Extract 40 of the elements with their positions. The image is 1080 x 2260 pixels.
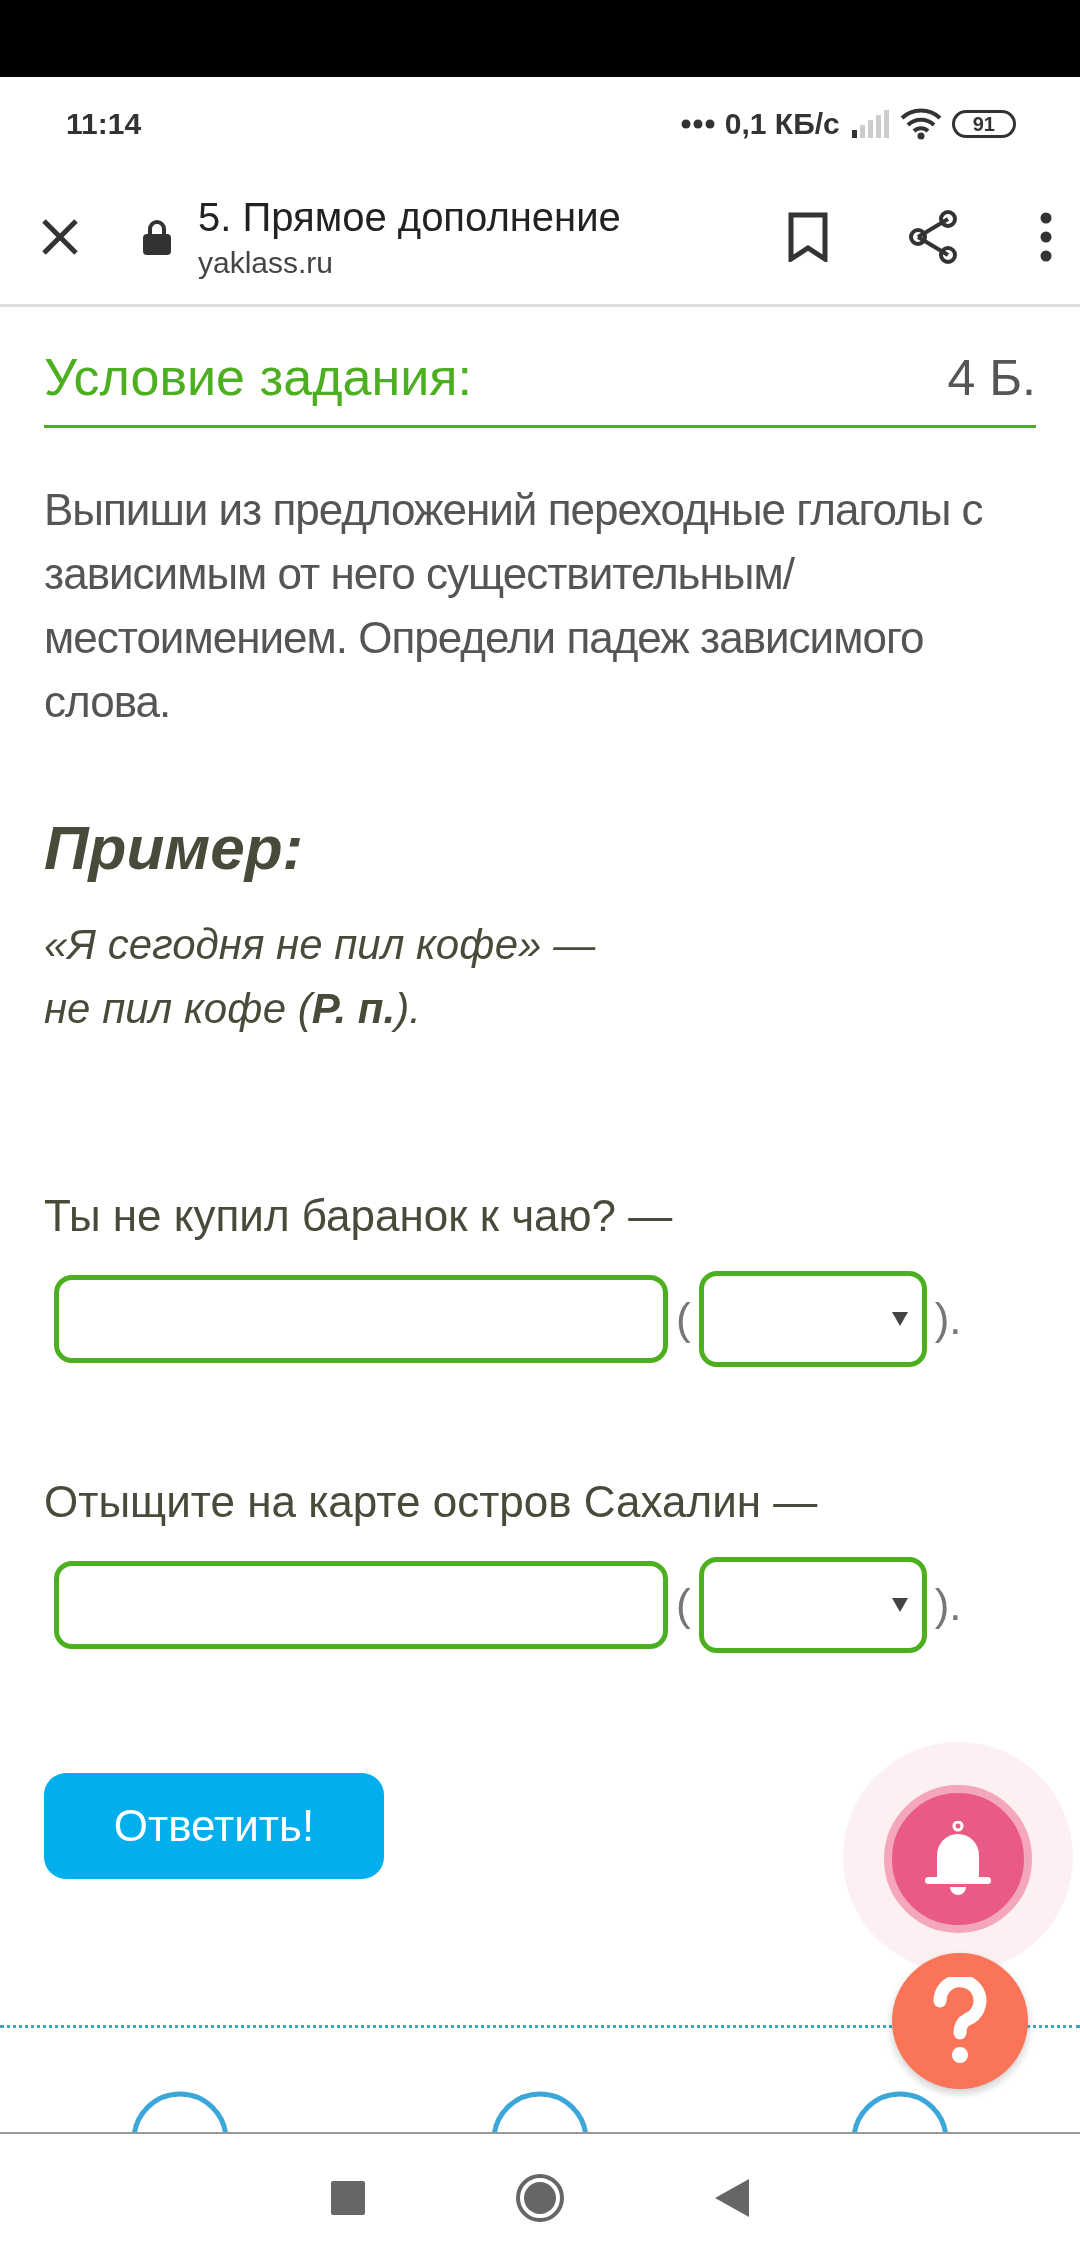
close-icon[interactable] xyxy=(40,217,80,257)
question-text: Отыщите на карте остров Сахалин — xyxy=(44,1477,819,1527)
home-icon[interactable] xyxy=(515,2173,565,2223)
example-line: не пил кофе (Р. п.). xyxy=(44,984,422,1034)
answer-field[interactable] xyxy=(54,1561,668,1649)
page-url: yaklass.ru xyxy=(198,245,335,280)
case-dropdown[interactable] xyxy=(698,1557,927,1653)
example-heading: Пример: xyxy=(44,812,305,883)
wifi-icon xyxy=(899,107,942,140)
help-button[interactable] xyxy=(892,1953,1028,2089)
clock: 11:14 xyxy=(66,106,142,141)
section-heading: Условие задания: xyxy=(44,347,472,407)
circle-button-icon[interactable] xyxy=(130,2090,230,2132)
question-text: Ты не купил баранок к чаю? — xyxy=(44,1191,674,1241)
points: 4 Б. xyxy=(947,349,1036,407)
bell-icon xyxy=(923,1821,993,1897)
bracket: ( xyxy=(676,1580,691,1630)
lock-icon xyxy=(142,219,172,255)
back-icon[interactable] xyxy=(715,2179,749,2217)
signal-icon xyxy=(849,109,890,138)
menu-icon[interactable] xyxy=(1040,212,1052,262)
network-speed: 0,1 КБ/с xyxy=(724,106,840,141)
dropdown-arrow-icon xyxy=(891,1312,908,1326)
dropdown-arrow-icon xyxy=(891,1598,908,1612)
page-title: 5. Прямое дополнение xyxy=(198,194,622,240)
bracket: ). xyxy=(934,1580,962,1630)
dots-icon xyxy=(680,118,715,129)
share-icon[interactable] xyxy=(908,209,960,265)
bracket: ( xyxy=(676,1294,691,1344)
task-text: Выпиши из предложений переходные глаголы с зависимым от него существительным/местоимением. Определи падеж зависимого слова. xyxy=(44,484,984,728)
battery-indicator: 91 xyxy=(951,109,1016,138)
case-dropdown[interactable] xyxy=(698,1271,927,1367)
circle-button-icon[interactable] xyxy=(850,2090,950,2132)
submit-button[interactable]: Ответить! xyxy=(44,1773,384,1879)
question-mark-icon xyxy=(932,1977,988,2065)
circle-button-icon[interactable] xyxy=(490,2090,590,2132)
bookmark-icon[interactable] xyxy=(788,212,828,262)
bracket: ). xyxy=(934,1294,962,1344)
example-line: «Я сегодня не пил кофе» — xyxy=(44,920,597,970)
answer-field[interactable] xyxy=(54,1275,668,1363)
